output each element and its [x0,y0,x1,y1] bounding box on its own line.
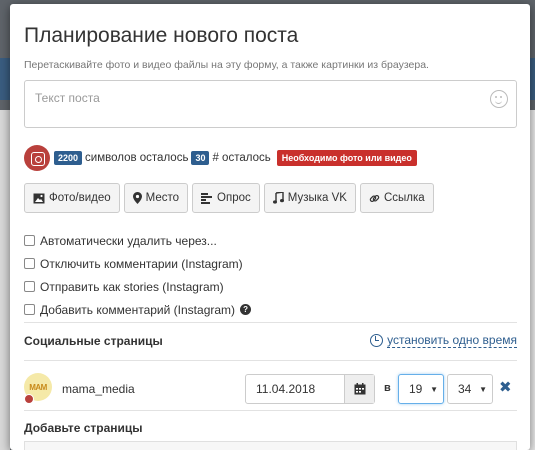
emoji-icon[interactable] [490,90,508,108]
place-button[interactable]: Место [123,183,189,213]
divider [24,322,517,323]
photo-video-button[interactable]: Фото/видео [24,183,120,213]
music-note-icon [272,192,284,204]
question-circle-icon[interactable]: ? [240,304,252,315]
poll-button[interactable]: Опрос [192,183,260,213]
link-button[interactable]: Ссылка [359,183,434,213]
music-vk-button[interactable]: Музыка VK [263,183,356,213]
calendar-icon [354,383,365,395]
add-pages-title: Добавьте страницы [24,421,143,435]
add-pages-field[interactable] [24,441,517,450]
set-one-time-label: установить одно время [387,333,517,348]
add-comment-option[interactable]: Добавить комментарий (Instagram) ? [24,298,252,321]
attach-toolbar: Фото/видео Место Опрос Музыка VK Ссылка [24,183,438,213]
add-comment-label: Добавить комментарий (Instagram) [40,302,236,317]
disable-comments-option[interactable]: Отключить комментарии (Instagram) [24,252,251,275]
symbols-remaining-label: символов осталось [85,152,189,164]
divider [24,410,517,411]
publish-date-field[interactable]: 11.04.2018 [245,374,375,404]
avatar-logo-text: MAM [29,382,47,392]
divider [24,360,517,361]
chevron-down-icon: ▼ [479,384,487,394]
instagram-icon [24,145,50,171]
modal-title: Планирование нового поста [24,24,299,47]
background-content-left [0,110,10,450]
send-as-stories-checkbox[interactable] [24,281,35,292]
hashtags-count-badge: 30 [191,151,210,165]
hashtags-remaining-label: # осталось [212,152,271,164]
link-icon [369,194,380,202]
send-as-stories-label: Отправить как stories (Instagram) [40,279,224,294]
social-page-name: mama_media [62,382,135,396]
link-label: Ссылка [383,192,425,204]
map-marker-icon [132,192,142,204]
chevron-down-icon: ▼ [430,384,438,394]
photo-video-label: Фото/видео [49,192,111,204]
hour-value: 19 [409,382,423,396]
new-post-modal: Планирование нового поста Перетаскивайте… [10,4,530,450]
add-comment-checkbox[interactable] [24,304,35,315]
poll-label: Опрос [217,192,251,204]
disable-comments-checkbox[interactable] [24,258,35,269]
symbols-count-badge: 2200 [54,151,83,165]
poll-bars-icon [201,192,213,204]
social-pages-title: Социальные страницы [24,334,163,348]
image-icon [33,193,45,203]
post-text-placeholder: Текст поста [35,91,100,105]
set-one-time-link[interactable]: установить одно время [370,333,517,348]
counters-row: 2200 символов осталось 30 # осталось Нео… [24,145,417,171]
remove-page-close-icon[interactable]: ✖ [499,378,512,396]
disable-comments-label: Отключить комментарии (Instagram) [40,256,243,271]
instagram-small-icon [24,394,34,404]
clock-icon [370,334,384,347]
auto-delete-label: Автоматически удалить через... [40,233,217,248]
minute-value: 34 [458,382,472,396]
post-options: Автоматически удалить через... Отключить… [24,229,252,321]
auto-delete-option[interactable]: Автоматически удалить через... [24,229,251,252]
send-as-stories-option[interactable]: Отправить как stories (Instagram) [24,275,251,298]
at-label: в [384,382,391,394]
auto-delete-checkbox[interactable] [24,235,35,246]
post-text-input[interactable]: Текст поста [24,80,517,128]
publish-date-value[interactable]: 11.04.2018 [246,375,344,403]
media-required-badge: Необходимо фото или видео [276,150,417,166]
hour-select[interactable]: 19 ▼ [398,374,444,404]
music-vk-label: Музыка VK [287,192,347,204]
drag-drop-hint: Перетаскивайте фото и видео файлы на эту… [24,59,429,71]
minute-select[interactable]: 34 ▼ [447,374,493,404]
calendar-button[interactable] [344,375,374,403]
place-label: Место [145,192,180,204]
